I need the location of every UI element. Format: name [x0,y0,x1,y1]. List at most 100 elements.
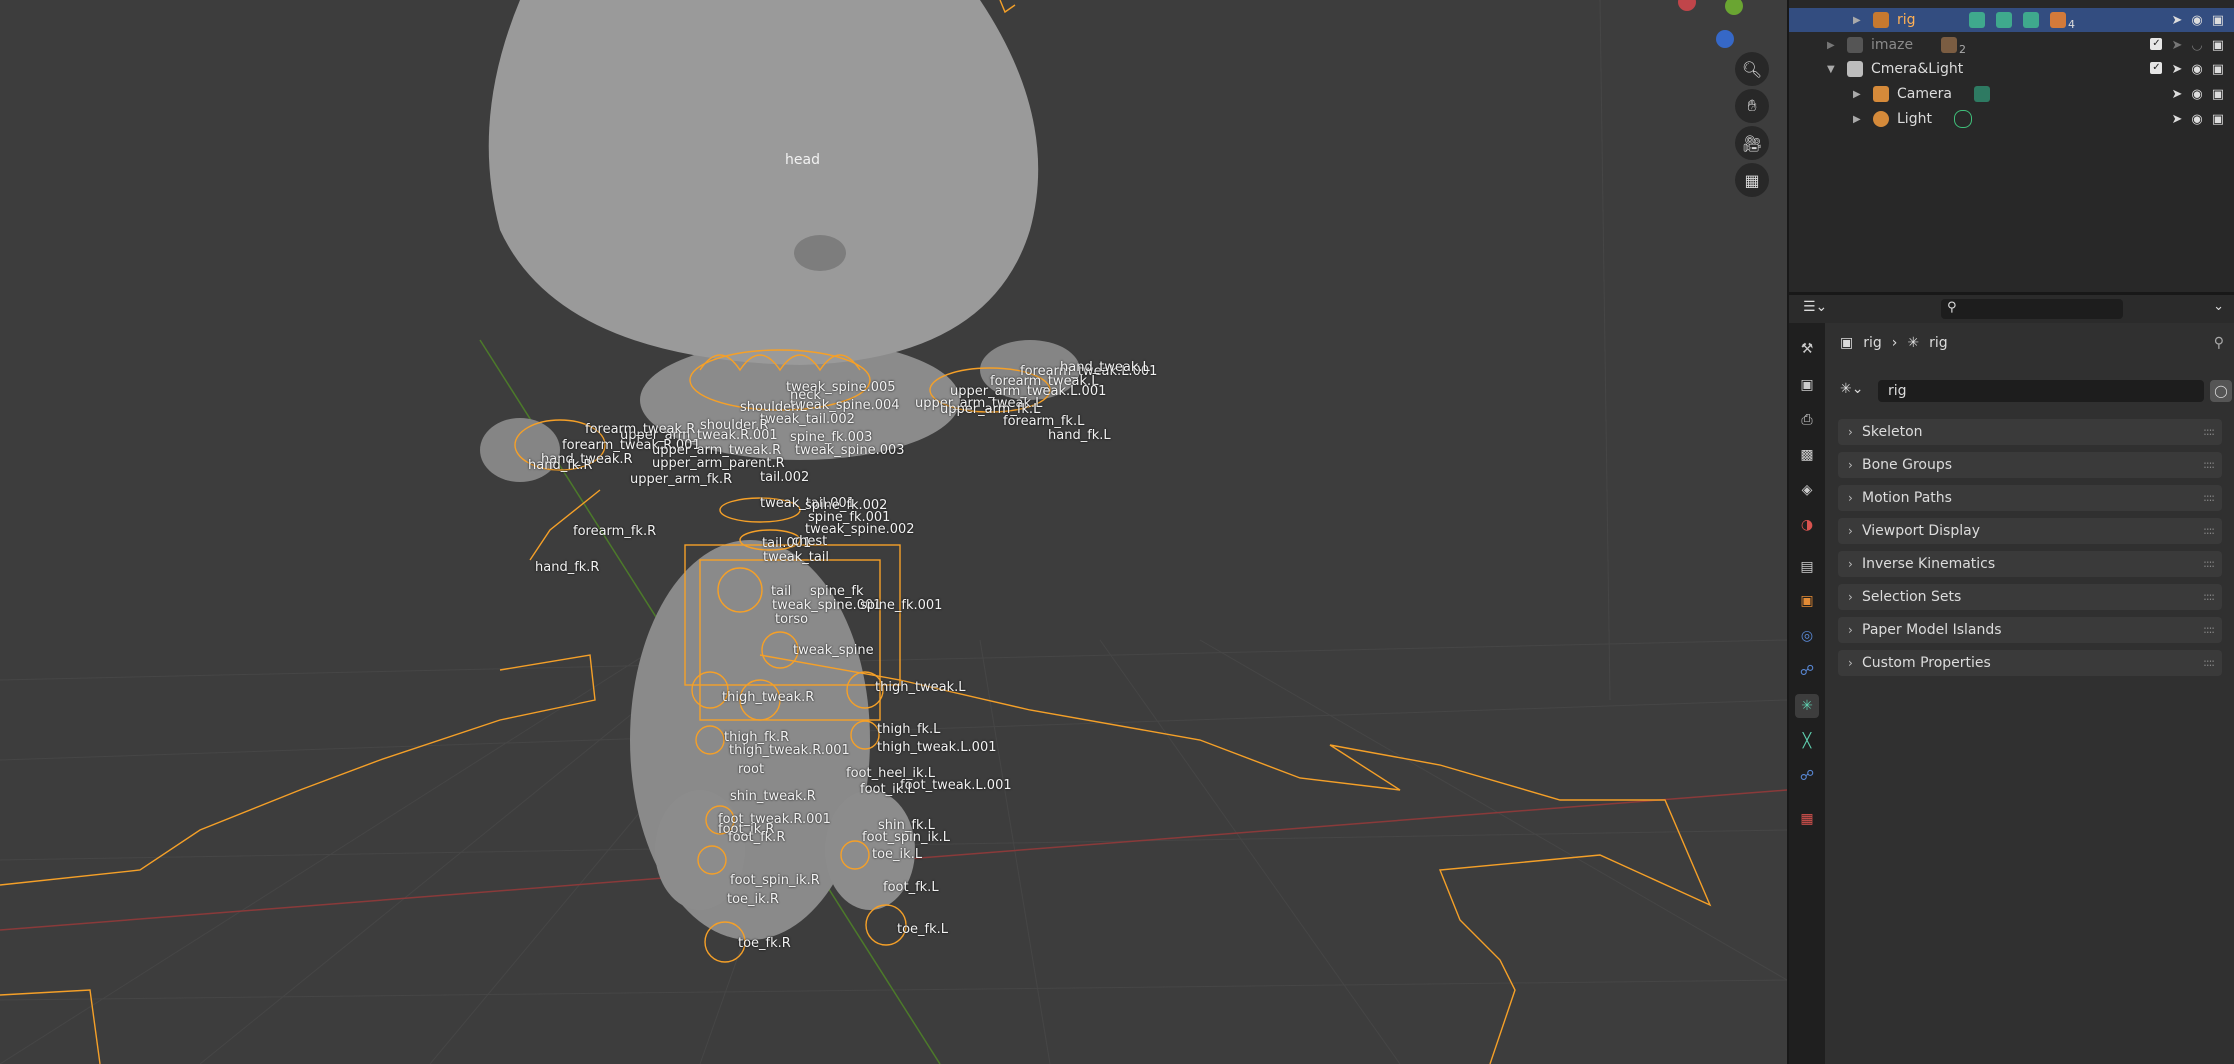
texture-tab-icon[interactable]: ▦ [1795,807,1819,831]
select-arrow-icon[interactable]: ➤ [2171,62,2182,77]
object-constraint-tab-icon[interactable]: ☍ [1795,659,1819,683]
editor-type-icon[interactable]: ☰⌄ [1803,299,1827,315]
view-layer-tab-icon[interactable]: ▩ [1795,443,1819,467]
drag-grip-icon[interactable]: :::: [2203,485,2215,511]
bone-label[interactable]: foot_tweak.L.001 [900,778,1012,793]
outliner-row-camera[interactable]: ▶ Camera ➤ ◉ ▣ [1789,82,2234,106]
panel-motion-paths[interactable]: › Motion Paths:::: [1838,485,2222,511]
bone-label[interactable]: foot_fk.R [728,830,785,845]
drag-grip-icon[interactable]: :::: [2203,617,2215,643]
pin-icon[interactable]: ⚲ [2214,335,2224,351]
camera-data-icon[interactable] [1974,86,1990,102]
collapse-arrow-icon[interactable]: ▼ [1827,64,1835,75]
panel-skeleton[interactable]: › Skeleton:::: [1838,419,2222,445]
expand-arrow-icon[interactable]: ▶ [1853,89,1861,100]
tool-tab-icon[interactable]: ⚒ [1795,337,1819,361]
expand-arrow-icon[interactable]: ▶ [1853,15,1861,26]
select-arrow-icon[interactable]: ➤ [2171,38,2182,53]
bone-label[interactable]: hand_tweak.L [1060,360,1150,375]
panel-viewport-display[interactable]: › Viewport Display:::: [1838,518,2222,544]
select-arrow-icon[interactable]: ➤ [2171,87,2182,102]
camera-render-icon[interactable]: ▣ [2212,13,2224,28]
bone-label[interactable]: foot_spin_ik.R [730,873,820,888]
outliner-row-rig[interactable]: ▶ rig 4 ➤ ◉ ▣ [1789,8,2234,32]
properties-search-input[interactable]: ⚲ [1941,299,2123,319]
bone-label[interactable]: forearm_fk.R [573,524,656,539]
eye-closed-icon[interactable]: ◡ [2191,38,2202,53]
bone-label[interactable]: toe_fk.R [738,936,791,951]
bone-constraint-tab-icon[interactable]: ☍ [1795,764,1819,788]
options-chevron-icon[interactable]: ⌄ [2213,299,2224,314]
bone-label[interactable]: tweak_spine.003 [795,443,905,458]
render-tab-icon[interactable]: ▣ [1795,373,1819,397]
bone-label[interactable]: hand_fk.L [1048,428,1111,443]
object-tab-icon[interactable]: ▣ [1795,589,1819,613]
armature-datablock-icon[interactable]: ✳⌄ [1840,381,1863,397]
bone-label[interactable]: foot_spin_ik.L [862,830,950,845]
camera-render-icon[interactable]: ▣ [2212,62,2224,77]
bone-label[interactable]: toe_ik.R [727,892,779,907]
armature-data-icon[interactable] [1969,12,1985,28]
camera-render-icon[interactable]: ▣ [2212,87,2224,102]
world-tab-icon[interactable]: ◑ [1795,513,1819,537]
camera-render-icon[interactable]: ▣ [2212,38,2224,53]
bone-label[interactable]: forearm_fk.L [1003,414,1084,429]
panel-custom-properties[interactable]: › Custom Properties:::: [1838,650,2222,676]
bone-label[interactable]: tweak_spine [793,643,874,658]
bone-label[interactable]: shin_tweak.R [730,789,816,804]
bone-label[interactable]: thigh_tweak.R.001 [729,743,850,758]
zoom-icon[interactable]: 🔍︎ [1735,52,1769,86]
eye-icon[interactable]: ◉ [2191,62,2202,77]
eye-icon[interactable]: ◉ [2191,13,2202,28]
bone-label[interactable]: thigh_tweak.R [722,690,814,705]
panel-bone-groups[interactable]: › Bone Groups:::: [1838,452,2222,478]
output-tab-icon[interactable]: ⎙ [1795,408,1819,432]
armature-name-field[interactable]: rig [1878,380,2204,402]
panel-inverse-kinematics[interactable]: › Inverse Kinematics:::: [1838,551,2222,577]
bone-label[interactable]: hand_fk.R [528,458,592,473]
outliner-row-cmera-light[interactable]: ▼ Cmera&Light ✓ ➤ ◉ ▣ [1789,57,2234,81]
outliner-row-imaze[interactable]: ▶ imaze 2 ✓ ➤ ◡ ▣ [1789,33,2234,57]
panel-selection-sets[interactable]: › Selection Sets:::: [1838,584,2222,610]
expand-arrow-icon[interactable]: ▶ [1827,40,1835,51]
bone-icon[interactable] [2023,12,2039,28]
fake-user-shield-icon[interactable]: ◯ [2210,380,2232,402]
collection-checkbox[interactable]: ✓ [2150,61,2163,74]
bone-label[interactable]: upper_arm_parent.R [652,456,785,471]
bone-label[interactable]: foot_ik.L [860,782,915,797]
pose-icon[interactable] [1996,12,2012,28]
expand-arrow-icon[interactable]: ▶ [1853,114,1861,125]
panel-paper-model-islands[interactable]: › Paper Model Islands:::: [1838,617,2222,643]
bone-label[interactable]: root [738,762,764,777]
bone-label[interactable]: tail.002 [760,470,809,485]
bone-label[interactable]: spine_fk [810,584,863,599]
bone-label[interactable]: tail [771,584,791,599]
camera-view-icon[interactable]: 🎥︎ [1735,126,1769,160]
eye-icon[interactable]: ◉ [2191,87,2202,102]
bone-label[interactable]: thigh_tweak.L [875,680,966,695]
drag-grip-icon[interactable]: :::: [2203,551,2215,577]
bone-label[interactable]: toe_ik.L [872,847,922,862]
bone-label[interactable]: thigh_fk.L [877,722,940,737]
outliner-row-light[interactable]: ▶ Light ➤ ◉ ▣ [1789,107,2234,131]
drag-grip-icon[interactable]: :::: [2203,584,2215,610]
grid-ortho-icon[interactable]: ▦ [1735,163,1769,197]
select-arrow-icon[interactable]: ➤ [2171,112,2182,127]
bone-label[interactable]: tweak_tail.002 [760,412,855,427]
drag-grip-icon[interactable]: :::: [2203,650,2215,676]
bone-label[interactable]: torso [775,612,808,627]
armature-data-tab-icon[interactable]: ✳ [1795,694,1819,718]
bone-label[interactable]: tweak_tail [763,550,829,565]
collection-checkbox[interactable]: ✓ [2150,37,2163,50]
select-arrow-icon[interactable]: ➤ [2171,13,2182,28]
bone-label[interactable]: thigh_tweak.L.001 [877,740,996,755]
bone-label[interactable]: foot_fk.L [883,880,939,895]
bone-label[interactable]: toe_fk.L [897,922,948,937]
bone-label[interactable]: forearm_tweak.R [585,422,695,437]
bone-label[interactable]: spine_fk.001 [860,598,942,613]
hand-pan-icon[interactable]: ✋︎ [1735,89,1769,123]
light-data-icon[interactable] [1954,110,1972,128]
bone-label[interactable]: chest [792,534,827,549]
collection-tab-icon[interactable]: ▤ [1795,555,1819,579]
drag-grip-icon[interactable]: :::: [2203,419,2215,445]
